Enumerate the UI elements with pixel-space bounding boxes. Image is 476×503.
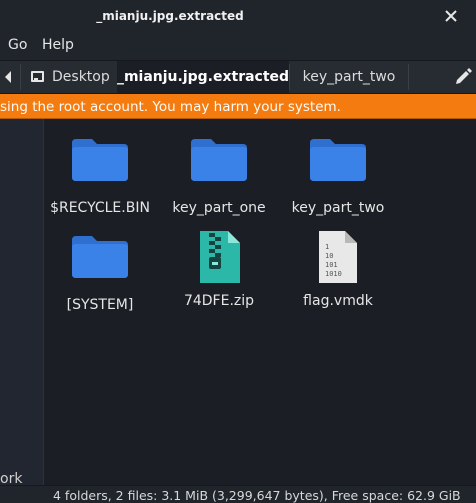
folder-icon	[310, 139, 366, 181]
binary-file-icon: 1 10 101 1010	[319, 231, 357, 283]
tab-label: _mianju.jpg.extracted	[116, 69, 290, 85]
status-text: 4 folders, 2 files: 3.1 MiB (3,299,647 b…	[53, 488, 461, 503]
file-item-zip[interactable]: 74DFE.zip	[159, 230, 279, 320]
window-title: _mianju.jpg.extracted	[96, 9, 244, 23]
sidebar	[0, 119, 44, 485]
tab-label: Desktop	[52, 69, 110, 85]
folder-icon	[72, 139, 128, 181]
file-label: [SYSTEM]	[66, 297, 134, 313]
folder-icon	[72, 236, 128, 278]
desktop-icon	[31, 71, 44, 82]
zip-archive-icon	[200, 231, 240, 283]
binary-digits: 10	[325, 252, 333, 260]
tab-separator	[408, 64, 409, 90]
binary-digits: 1	[325, 243, 329, 251]
root-warning-text: sing the root account. You may harm your…	[0, 99, 341, 115]
tab-mianju-extracted[interactable]: _mianju.jpg.extracted	[117, 61, 289, 93]
folder-icon	[191, 139, 247, 181]
binary-digits: 101	[325, 261, 338, 269]
tab-desktop[interactable]: Desktop	[22, 61, 116, 93]
file-item-flag-vmdk[interactable]: 1 10 101 1010 flag.vmdk	[278, 230, 398, 320]
edit-location-button[interactable]	[448, 61, 476, 93]
tab-scroll-left-button[interactable]	[0, 61, 18, 93]
pencil-icon	[456, 68, 472, 84]
window-close-icon[interactable]	[436, 6, 466, 26]
tab-separator	[20, 64, 21, 90]
file-item-key-part-two[interactable]: key_part_two	[278, 137, 398, 227]
file-label: key_part_two	[291, 200, 385, 216]
file-label: 74DFE.zip	[183, 293, 255, 309]
tab-key-part-two[interactable]: key_part_two	[290, 61, 408, 93]
file-item-key-part-one[interactable]: key_part_one	[159, 137, 279, 227]
file-item-system[interactable]: [SYSTEM]	[40, 234, 160, 324]
file-label: flag.vmdk	[303, 293, 373, 309]
binary-digits: 1010	[325, 270, 342, 278]
file-label: key_part_one	[172, 200, 266, 216]
file-item-recycle-bin[interactable]: $RECYCLE.BIN	[40, 137, 160, 227]
menu-help[interactable]: Help	[42, 37, 74, 53]
menu-go[interactable]: Go	[8, 37, 27, 53]
chevron-left-icon	[5, 71, 11, 83]
tab-label: key_part_two	[302, 69, 396, 85]
file-label: $RECYCLE.BIN	[50, 200, 150, 216]
